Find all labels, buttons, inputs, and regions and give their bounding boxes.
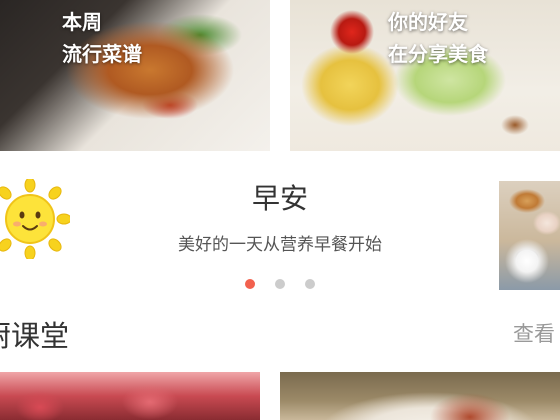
breakfast-thumbnail[interactable]: [499, 181, 560, 290]
caption-line-1: 你的好友: [388, 10, 468, 34]
view-more-link[interactable]: 查看: [513, 318, 555, 348]
carousel-dot[interactable]: [305, 279, 315, 289]
banner-subtitle: 美好的一天从营养早餐开始: [178, 235, 382, 255]
friends-sharing-food-card[interactable]: 你的好友 在分享美食: [290, 0, 560, 151]
class-card[interactable]: [0, 372, 260, 420]
banner-title: 早安: [251, 182, 308, 215]
class-card[interactable]: [280, 372, 560, 420]
weekly-popular-recipes-card[interactable]: 本周 流行菜谱: [0, 0, 270, 151]
weekly-recipes-caption: 本周 流行菜谱: [62, 6, 142, 70]
friends-sharing-caption: 你的好友 在分享美食: [388, 6, 488, 70]
caption-line-2: 流行菜谱: [62, 42, 142, 66]
caption-line-2: 在分享美食: [388, 42, 488, 66]
caption-line-1: 本周: [62, 10, 102, 34]
section-title: 厨课堂: [0, 319, 70, 353]
carousel-dot[interactable]: [245, 279, 255, 289]
carousel-indicator: [0, 279, 560, 289]
carousel-dot[interactable]: [275, 279, 285, 289]
good-morning-banner[interactable]: 早安 美好的一天从营养早餐开始: [0, 151, 560, 306]
